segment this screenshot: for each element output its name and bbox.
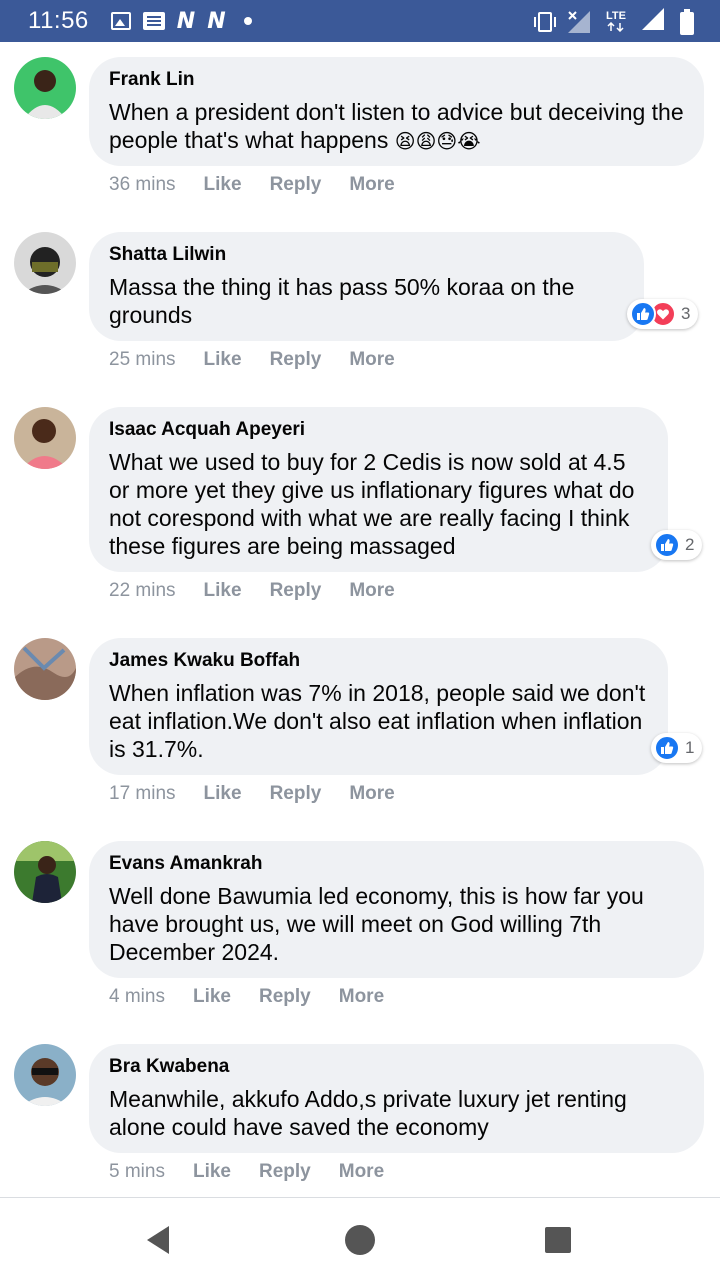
like-reaction-icon — [630, 301, 656, 327]
comment-text: When a president don't listen to advice … — [109, 98, 684, 155]
news-icon — [142, 12, 165, 30]
signal-x-icon — [566, 9, 592, 35]
comment-actions: 4 mins Like Reply More — [109, 986, 384, 1008]
like-button[interactable]: Like — [193, 986, 231, 1008]
avatar[interactable] — [14, 638, 76, 700]
like-button[interactable]: Like — [204, 174, 242, 196]
system-icons: LTE — [534, 6, 694, 37]
comment-time: 17 mins — [109, 783, 176, 804]
comment-author[interactable]: James Kwaku Boffah — [109, 649, 648, 673]
back-icon — [147, 1226, 169, 1254]
comment-actions: 36 mins Like Reply More — [109, 174, 395, 196]
recents-icon — [545, 1227, 571, 1253]
reaction-count: 1 — [685, 738, 695, 757]
comment-text: Well done Bawumia led economy, this is h… — [109, 883, 644, 965]
lte-icon: LTE — [606, 11, 626, 32]
comment-actions: 22 mins Like Reply More — [109, 580, 395, 602]
reply-button[interactable]: Reply — [270, 349, 322, 371]
comment-bubble[interactable]: Bra Kwabena Meanwhile, akkufo Addo,s pri… — [89, 1044, 704, 1153]
emoji-faces: 😫😩😓😭 — [394, 129, 481, 153]
signal-icon — [640, 6, 666, 37]
comment-bubble[interactable]: Isaac Acquah Apeyeri What we used to buy… — [89, 407, 668, 572]
like-button[interactable]: Like — [204, 580, 242, 602]
reply-button[interactable]: Reply — [270, 783, 322, 805]
reply-button[interactable]: Reply — [259, 986, 311, 1008]
like-button[interactable]: Like — [193, 1161, 231, 1183]
reaction-summary[interactable]: 2 — [651, 530, 703, 560]
comment-author[interactable]: Evans Amankrah — [109, 852, 684, 876]
comment-time: 22 mins — [109, 580, 176, 601]
comment-text: Meanwhile, akkufo Addo,s private luxury … — [109, 1086, 627, 1140]
n-icon: N — [176, 8, 196, 34]
comment-time: 36 mins — [109, 174, 176, 195]
more-button[interactable]: More — [349, 174, 394, 196]
lte-label: LTE — [606, 10, 626, 22]
status-bar: 11:56 N N LTE — [0, 0, 720, 42]
reply-button[interactable]: Reply — [270, 174, 322, 196]
comment-actions: 25 mins Like Reply More — [109, 349, 395, 371]
recents-button[interactable] — [538, 1220, 578, 1260]
comment-time: 5 mins — [109, 1161, 165, 1182]
home-icon — [345, 1225, 375, 1255]
like-button[interactable]: Like — [204, 783, 242, 805]
reaction-count: 2 — [685, 535, 695, 554]
comment-bubble[interactable]: Evans Amankrah Well done Bawumia led eco… — [89, 841, 704, 978]
reply-button[interactable]: Reply — [259, 1161, 311, 1183]
more-button[interactable]: More — [339, 986, 384, 1008]
avatar[interactable] — [14, 57, 76, 119]
comment-actions: 5 mins Like Reply More — [109, 1161, 384, 1183]
comment-time: 25 mins — [109, 349, 176, 370]
notification-icons: N N — [110, 8, 252, 34]
reaction-summary[interactable]: 1 — [651, 733, 703, 763]
avatar[interactable] — [14, 407, 76, 469]
navigation-bar — [0, 1197, 720, 1281]
status-time: 11:56 — [28, 7, 89, 34]
back-button[interactable] — [138, 1220, 178, 1260]
comment-text: When inflation was 7% in 2018, people sa… — [109, 680, 646, 762]
battery-icon — [680, 8, 694, 35]
more-button[interactable]: More — [349, 580, 394, 602]
comment-author[interactable]: Bra Kwabena — [109, 1055, 684, 1079]
reaction-summary[interactable]: 3 — [627, 299, 699, 329]
comment-bubble[interactable]: Frank Lin When a president don't listen … — [89, 57, 704, 166]
like-reaction-icon — [654, 735, 680, 761]
like-button[interactable]: Like — [204, 349, 242, 371]
reply-button[interactable]: Reply — [270, 580, 322, 602]
comment-bubble[interactable]: Shatta Lilwin Massa the thing it has pas… — [89, 232, 644, 341]
comment-time: 4 mins — [109, 986, 165, 1007]
comment-list[interactable]: Frank Lin When a president don't listen … — [0, 42, 720, 1197]
comment-text: What we used to buy for 2 Cedis is now s… — [109, 449, 635, 559]
dot-icon — [243, 17, 252, 25]
n-icon: N — [207, 8, 226, 34]
reaction-count: 3 — [681, 304, 691, 323]
like-reaction-icon — [654, 532, 680, 558]
more-button[interactable]: More — [339, 1161, 384, 1183]
comment-author[interactable]: Shatta Lilwin — [109, 243, 624, 267]
more-button[interactable]: More — [349, 783, 394, 805]
comment-author[interactable]: Frank Lin — [109, 68, 684, 92]
comment-actions: 17 mins Like Reply More — [109, 783, 395, 805]
avatar[interactable] — [14, 1044, 76, 1106]
comment-text: Massa the thing it has pass 50% koraa on… — [109, 274, 575, 328]
image-icon — [110, 12, 131, 30]
comment-author[interactable]: Isaac Acquah Apeyeri — [109, 418, 648, 442]
more-button[interactable]: More — [349, 349, 394, 371]
comment-bubble[interactable]: James Kwaku Boffah When inflation was 7%… — [89, 638, 668, 775]
avatar[interactable] — [14, 841, 76, 903]
home-button[interactable] — [340, 1220, 380, 1260]
avatar[interactable] — [14, 232, 76, 294]
vibrate-icon — [534, 11, 556, 32]
